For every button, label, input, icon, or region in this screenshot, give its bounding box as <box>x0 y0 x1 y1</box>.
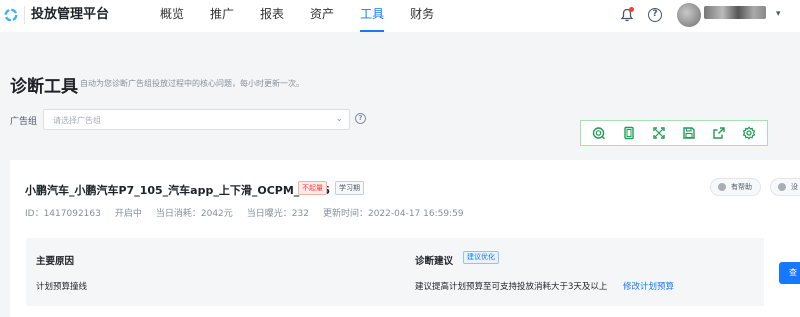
thumbs-up-icon <box>718 183 726 191</box>
logo-icon <box>4 8 18 22</box>
thumbs-down-icon <box>778 183 786 191</box>
help-icon[interactable]: ? <box>648 8 662 22</box>
plan-name[interactable]: 小鹏汽车_小鹏汽车P7_105_汽车app_上下滑_OCPM_0416 <box>25 182 330 198</box>
suggestion-tag: 建议优化 <box>463 251 499 264</box>
share-icon <box>713 127 725 139</box>
diagnosis-panel: 主要原因 计划预算撞线 诊断建议 建议优化 建议提高计划预算至可支持投放消耗大于… <box>26 238 764 306</box>
suggestion-title: 诊断建议 <box>415 256 454 267</box>
nav-item-assets[interactable]: 资产 <box>310 0 334 32</box>
top-nav-bar: 投放管理平台 概览 推广 报表 资产 工具 财务 ? ▾ <box>0 0 800 32</box>
save-button[interactable] <box>678 123 700 143</box>
expand-icon <box>653 127 665 139</box>
plan-id: ID：1417092163 <box>25 209 101 219</box>
status-tag-low-volume: 不起量 <box>298 181 327 195</box>
ad-group-label: 广告组 <box>10 117 38 127</box>
nav-item-finance[interactable]: 财务 <box>410 0 434 32</box>
page-title: 诊断工具 <box>10 77 78 97</box>
today-spend: 当日消耗：2042元 <box>155 209 233 219</box>
chevron-down-icon: ⌄ <box>335 114 343 124</box>
today-impressions: 当日曝光：232 <box>246 209 309 219</box>
share-button[interactable] <box>708 123 730 143</box>
expand-button[interactable] <box>648 123 670 143</box>
main-nav: 概览 推广 报表 资产 工具 财务 <box>160 0 460 32</box>
helpful-label: 有帮助 <box>731 183 752 191</box>
screenshot-button[interactable] <box>588 123 610 143</box>
updated-time: 更新时间：2022-04-17 16:59:59 <box>322 209 464 219</box>
screenshot-icon <box>592 127 605 140</box>
edit-budget-link[interactable]: 修改计划预算 <box>623 280 674 292</box>
view-details-button[interactable]: 查 <box>779 262 800 284</box>
nav-item-promotion[interactable]: 推广 <box>210 0 234 32</box>
suggestion-text: 建议提高计划预算至可支持投放消耗大于3天及以上 <box>415 282 608 292</box>
main-reason-text: 计划预算撞线 <box>36 282 88 292</box>
chevron-down-icon[interactable]: ▾ <box>776 9 781 19</box>
floating-toolbar <box>580 120 768 146</box>
nav-item-reports[interactable]: 报表 <box>260 0 284 32</box>
main-reason-title: 主要原因 <box>36 256 75 267</box>
plan-status: 开启中 <box>114 209 142 219</box>
nav-item-tools[interactable]: 工具 <box>360 0 385 32</box>
settings-icon <box>742 126 756 140</box>
ad-group-select-placeholder: 请选择广告组 <box>53 116 101 125</box>
ad-group-select[interactable]: 请选择广告组 ⌄ <box>43 109 350 130</box>
notification-badge <box>629 7 634 12</box>
copy-icon <box>624 126 634 140</box>
copy-button[interactable] <box>618 123 640 143</box>
save-icon <box>683 127 695 139</box>
nav-item-overview[interactable]: 概览 <box>160 0 184 32</box>
not-helpful-button[interactable]: 没 <box>770 178 800 196</box>
status-tag-learning: 学习期 <box>335 181 364 195</box>
account-name-redacted[interactable] <box>704 6 766 19</box>
app-title: 投放管理平台 <box>24 6 109 24</box>
plan-diagnosis-card: 小鹏汽车_小鹏汽车P7_105_汽车app_上下滑_OCPM_0416 不起量 … <box>10 160 800 317</box>
avatar[interactable] <box>677 3 701 27</box>
not-helpful-label: 没 <box>791 183 798 191</box>
settings-button[interactable] <box>738 123 760 143</box>
question-icon[interactable]: ? <box>355 113 366 124</box>
page-description: 自动为您诊断广告组投放过程中的核心问题，每小时更新一次。 <box>80 79 304 88</box>
plan-meta: ID：1417092163 开启中 当日消耗：2042元 当日曝光：232 更新… <box>25 206 478 219</box>
helpful-button[interactable]: 有帮助 <box>710 178 761 196</box>
